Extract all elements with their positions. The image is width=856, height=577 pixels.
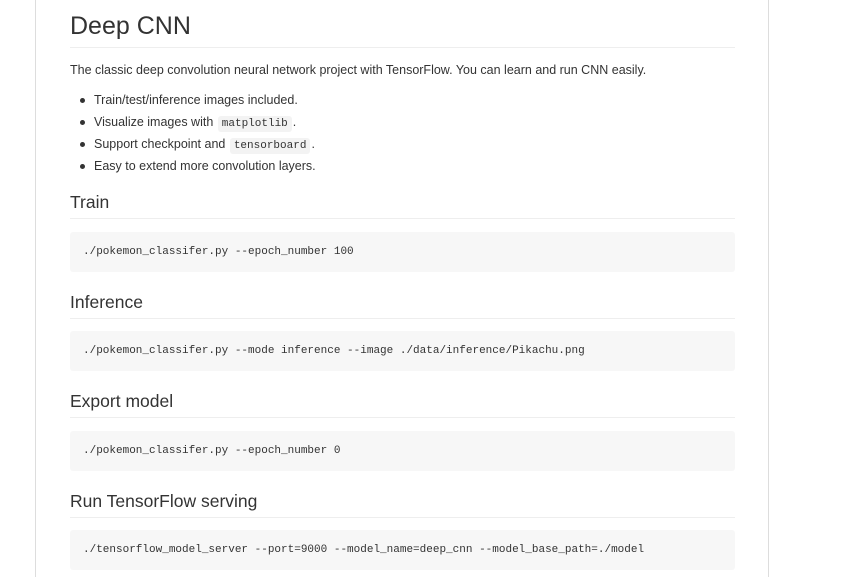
feature-text: Support checkpoint and <box>94 137 226 151</box>
feature-item-checkpoint: Support checkpoint and tensorboard. <box>80 135 316 157</box>
bullet-icon <box>80 98 85 103</box>
feature-item-extend: Easy to extend more convolution layers. <box>80 157 316 179</box>
code-block-inference[interactable]: ./pokemon_classifer.py --mode inference … <box>70 331 735 371</box>
feature-text: Easy to extend more convolution layers. <box>94 159 316 173</box>
feature-item-images: Train/test/inference images included. <box>80 91 316 113</box>
feature-text-suffix: . <box>311 137 315 151</box>
heading-export-model: Export model <box>70 390 735 418</box>
bullet-icon <box>80 142 85 147</box>
code-block-run-serving[interactable]: ./tensorflow_model_server --port=9000 --… <box>70 530 735 570</box>
heading-run-tensorflow-serving: Run TensorFlow serving <box>70 490 735 518</box>
heading-train: Train <box>70 191 735 219</box>
inline-code-tensorboard: tensorboard <box>229 138 311 154</box>
feature-text: Visualize images with <box>94 115 214 129</box>
code-block-train[interactable]: ./pokemon_classifer.py --epoch_number 10… <box>70 232 735 272</box>
bullet-icon <box>80 164 85 169</box>
heading-inference: Inference <box>70 291 735 319</box>
code-block-export-model[interactable]: ./pokemon_classifer.py --epoch_number 0 <box>70 431 735 471</box>
feature-list: Train/test/inference images included. Vi… <box>70 91 316 179</box>
intro-paragraph: The classic deep convolution neural netw… <box>70 63 647 77</box>
page-title: Deep CNN <box>70 10 735 48</box>
bullet-icon <box>80 120 85 125</box>
inline-code-matplotlib: matplotlib <box>217 116 292 132</box>
feature-text: Train/test/inference images included. <box>94 93 298 107</box>
feature-text-suffix: . <box>292 115 297 129</box>
feature-item-visualize: Visualize images with matplotlib. <box>80 113 316 135</box>
